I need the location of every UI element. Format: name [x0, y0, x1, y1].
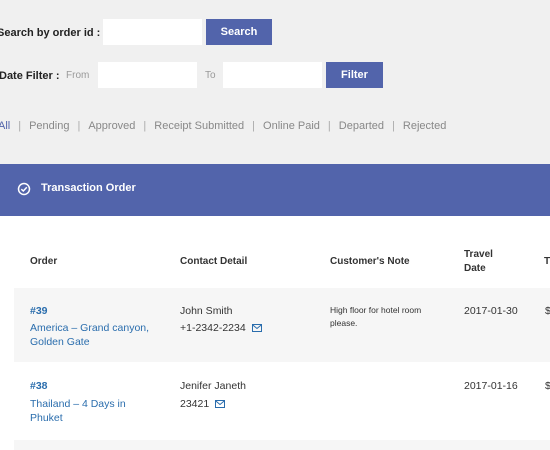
order-id-search-input[interactable] — [103, 19, 202, 45]
search-button[interactable]: Search — [206, 19, 272, 45]
table-row — [14, 440, 550, 450]
filter-button[interactable]: Filter — [326, 62, 383, 88]
status-filter-departed[interactable]: Departed — [339, 120, 384, 132]
travel-date: 2017-01-16 — [464, 380, 518, 392]
check-circle-icon — [17, 182, 31, 196]
header-total: T — [544, 256, 550, 267]
header-order: Order — [30, 256, 58, 267]
order-id-link[interactable]: #38 — [30, 379, 48, 394]
table-row: #38 Thailand – 4 Days in Phuket Jenifer … — [14, 363, 550, 439]
date-filter-label: Date Filter : — [0, 70, 60, 82]
separator: | — [77, 120, 81, 132]
order-title-link[interactable]: America – Grand canyon, — [30, 321, 149, 336]
order-title-link-line2[interactable]: Golden Gate — [30, 335, 90, 350]
contact-phone-text: +1-2342-2234 — [180, 322, 246, 334]
contact-phone: +1-2342-2234 — [180, 321, 262, 336]
total-partial: $ — [545, 380, 550, 392]
customer-note-line1: High floor for hotel room — [330, 305, 422, 315]
from-label: From — [66, 70, 90, 81]
header-customer-note: Customer's Note — [330, 256, 410, 267]
contact-phone: 23421 — [180, 397, 226, 412]
travel-date: 2017-01-30 — [464, 305, 518, 317]
header-contact-detail: Contact Detail — [180, 256, 248, 267]
separator: | — [392, 120, 395, 132]
separator: | — [143, 120, 147, 132]
to-label: To — [205, 70, 216, 81]
separator: | — [18, 120, 22, 132]
date-to-input[interactable] — [223, 62, 322, 88]
separator: | — [252, 120, 256, 132]
status-filter-online-paid[interactable]: Online Paid — [263, 120, 320, 132]
header-travel-date-line2: Date — [464, 263, 486, 274]
separator: | — [327, 120, 331, 132]
header-travel-date-line1: Travel — [464, 249, 493, 260]
table-row: #39 America – Grand canyon, Golden Gate … — [14, 288, 550, 362]
customer-note-line2: please. — [330, 318, 358, 328]
envelope-icon[interactable] — [251, 324, 262, 333]
status-filter-all[interactable]: All — [0, 120, 10, 132]
status-filter-receipt-submitted[interactable]: Receipt Submitted — [154, 120, 244, 132]
order-id-link[interactable]: #39 — [30, 304, 48, 319]
date-from-input[interactable] — [98, 62, 197, 88]
contact-name: John Smith — [180, 305, 233, 317]
order-title-link[interactable]: Thailand – 4 Days in — [30, 397, 126, 412]
order-title-link-line2[interactable]: Phuket — [30, 411, 63, 426]
panel-title: Transaction Order — [41, 182, 136, 194]
contact-name: Jenifer Janeth — [180, 380, 246, 392]
status-filter-approved[interactable]: Approved — [88, 120, 135, 132]
contact-phone-text: 23421 — [180, 398, 210, 410]
status-filter-rejected[interactable]: Rejected — [403, 120, 446, 132]
envelope-icon[interactable] — [215, 400, 226, 409]
total-partial: $ — [545, 305, 550, 317]
search-label: Search by order id : — [0, 27, 101, 39]
status-filter-pending[interactable]: Pending — [29, 120, 69, 132]
transaction-order-header: Transaction Order — [0, 164, 550, 216]
status-filter-bar: All | Pending | Approved | Receipt Submitted | O… — [0, 120, 446, 132]
